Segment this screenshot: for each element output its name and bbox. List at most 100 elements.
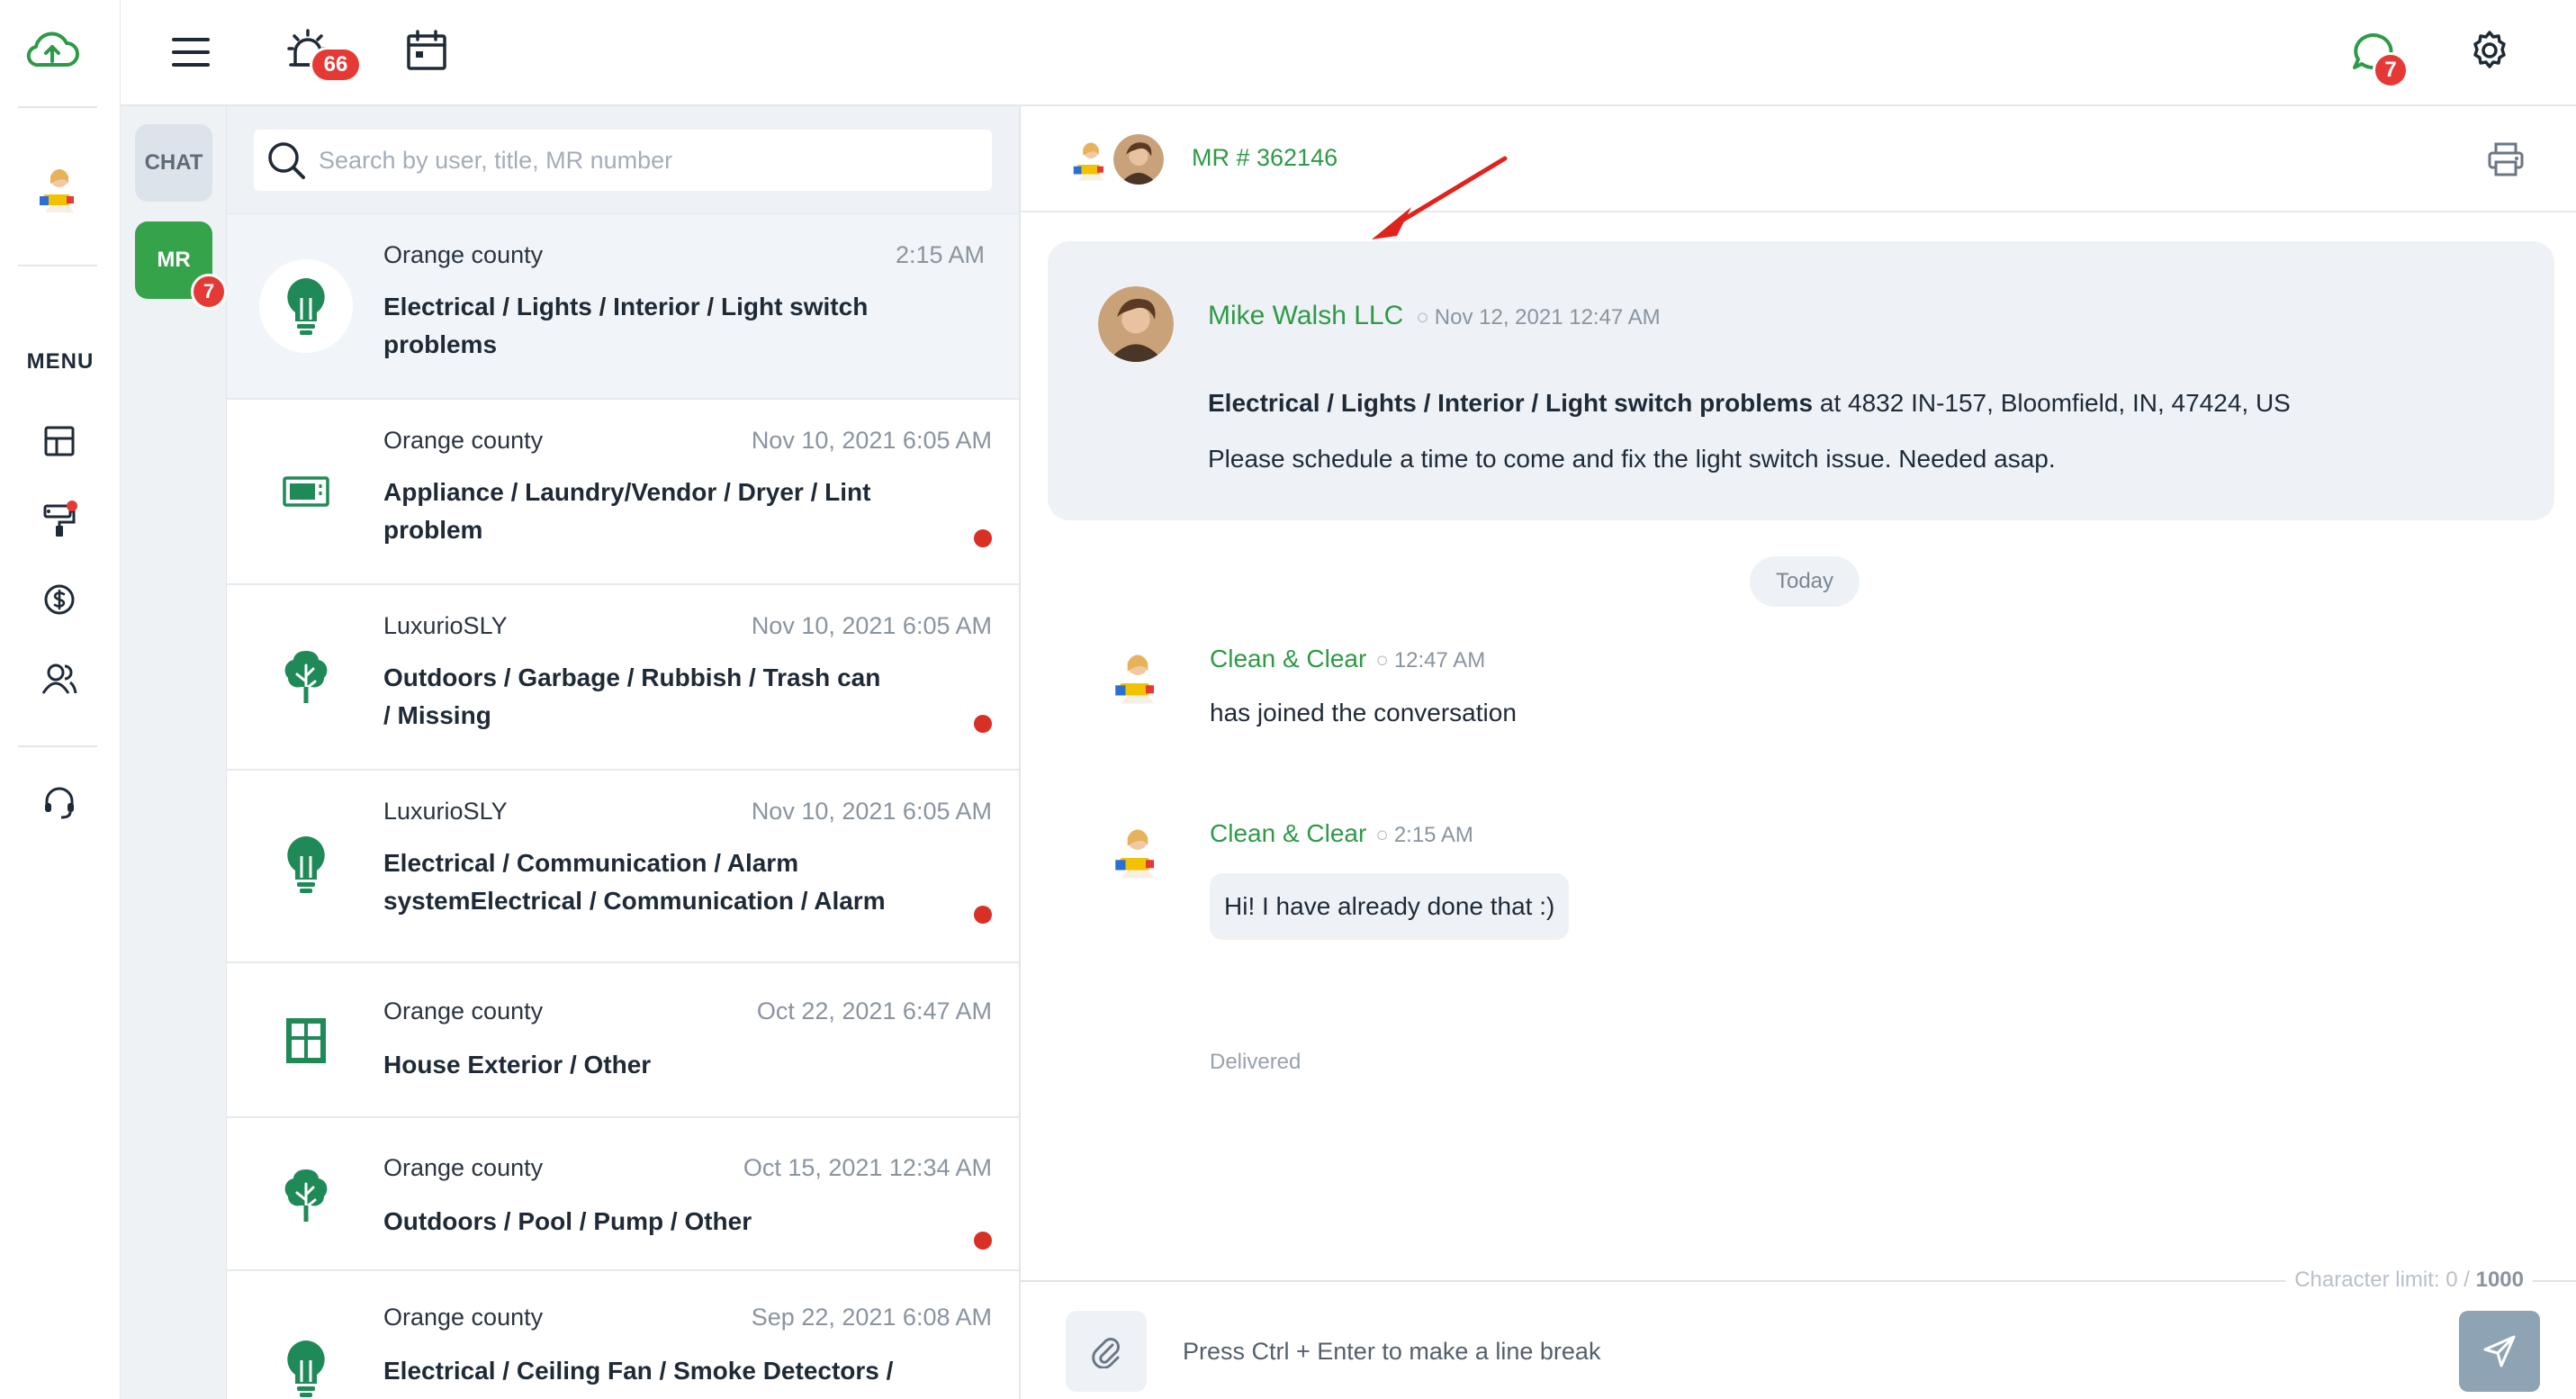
search-placeholder: Search by user, title, MR number	[319, 146, 673, 174]
request-title: Electrical / Lights / Interior / Light s…	[383, 293, 869, 358]
request-location: Orange county	[383, 427, 544, 454]
unread-dot	[974, 906, 992, 924]
request-time: Oct 15, 2021 12:34 AM	[743, 1154, 992, 1181]
message-input[interactable]: Press Ctrl + Enter to make a line break	[1183, 1338, 1600, 1366]
request-title: House Exterior / Other	[383, 1051, 652, 1079]
request-title: Outdoors / Garbage / Rubbish / Trash can…	[383, 663, 881, 729]
sender-name: Clean & Clear	[1210, 645, 1367, 672]
request-item[interactable]: Orange county Oct 15, 2021 12:34 AM Outd…	[227, 1118, 1019, 1271]
rail-divider	[18, 265, 97, 266]
request-item[interactable]: Orange county Sep 22, 2021 6:08 AM Elect…	[227, 1271, 1019, 1399]
request-location: Orange county	[383, 1154, 544, 1181]
print-icon[interactable]	[2488, 142, 2527, 178]
appliance-icon	[259, 445, 353, 538]
send-icon	[2481, 1333, 2517, 1369]
users-icon[interactable]	[36, 655, 83, 702]
mr-badge: 7	[191, 274, 227, 310]
request-item[interactable]: LuxurioSLY Nov 10, 2021 6:05 AM Electric…	[227, 771, 1019, 963]
send-button[interactable]	[2459, 1311, 2540, 1392]
request-item[interactable]: Orange county Oct 22, 2021 6:47 AM House…	[227, 963, 1019, 1118]
notification-dot	[67, 501, 77, 511]
conversation-panel: MR # 362146 Mike Walsh LLC ○ Nov 12, 202…	[1021, 106, 2576, 1399]
message-text: has joined the conversation	[1210, 699, 1517, 727]
separator-dot: ○	[1375, 823, 1389, 847]
message-text: Hi! I have already done that :)	[1224, 892, 1555, 920]
mr-number[interactable]: MR # 362146	[1192, 144, 1338, 172]
sender-avatar	[1105, 817, 1170, 882]
participant-avatar	[1066, 133, 1116, 184]
message-time: Nov 12, 2021 12:47 AM	[1434, 305, 1661, 329]
window-icon	[259, 994, 353, 1088]
alarm-icon[interactable]: 66	[283, 23, 362, 83]
request-item[interactable]: Orange county Nov 10, 2021 6:05 AM Appli…	[227, 400, 1019, 585]
conversation-header: MR # 362146	[1021, 106, 2576, 239]
app-root: MENU 66 7 CHAT MR 7 Search by user, titl…	[0, 0, 2576, 1399]
request-location: Orange county	[383, 241, 544, 268]
paint-roller-icon[interactable]	[36, 497, 83, 544]
separator-dot: ○	[1416, 305, 1429, 329]
tab-chat[interactable]: CHAT	[135, 124, 212, 202]
rail-divider	[18, 106, 97, 108]
unread-dot	[974, 529, 992, 547]
message-time: 12:47 AM	[1393, 648, 1486, 672]
sender-name: Clean & Clear	[1210, 819, 1367, 847]
request-time: Sep 22, 2021 6:08 AM	[751, 1304, 992, 1331]
dollar-icon[interactable]	[36, 576, 83, 623]
attach-button[interactable]	[1066, 1311, 1147, 1392]
search-input[interactable]: Search by user, title, MR number	[254, 130, 992, 191]
participant-avatar	[1111, 131, 1166, 187]
date-divider: Today	[1750, 556, 1860, 607]
request-title: Electrical / Ceiling Fan / Smoke Detecto…	[383, 1357, 894, 1385]
request-list: Search by user, title, MR number Orange …	[227, 106, 1021, 1399]
sender-avatar	[1098, 286, 1174, 362]
request-location: LuxurioSLY	[383, 798, 508, 825]
separator-dot: ○	[1375, 648, 1389, 672]
top-bar: 66 7	[121, 0, 2576, 106]
annotation-arrow-icon	[1365, 155, 1509, 245]
chat-bubble-icon[interactable]: 7	[2347, 27, 2409, 88]
dashboard-icon[interactable]	[36, 418, 83, 465]
calendar-icon[interactable]	[401, 25, 452, 76]
lightbulb-icon	[259, 817, 353, 911]
paperclip-icon	[1091, 1334, 1121, 1368]
request-time: Oct 22, 2021 6:47 AM	[756, 997, 992, 1024]
hamburger-menu-icon[interactable]	[166, 27, 216, 77]
search-icon	[266, 140, 306, 180]
message-composer: Character limit: 0 / 1000 Press Ctrl + E…	[1021, 1268, 2576, 1399]
tab-mr[interactable]: MR 7	[135, 221, 227, 310]
request-item[interactable]: Orange county 2:15 AM Electrical / Light…	[227, 214, 1019, 400]
lightbulb-icon	[259, 1322, 353, 1399]
character-limit: Character limit: 0 / 1000	[2285, 1268, 2533, 1293]
request-title: Outdoors / Pool / Pump / Other	[383, 1207, 752, 1235]
request-card-address: at 4832 IN-157, Bloomfield, IN, 47424, U…	[1813, 389, 2291, 417]
request-card-title: Electrical / Lights / Interior / Light s…	[1208, 389, 1814, 417]
message-time: 2:15 AM	[1393, 823, 1473, 847]
request-card-message: Please schedule a time to come and fix t…	[1208, 445, 2056, 473]
request-time: Nov 10, 2021 6:05 AM	[751, 798, 992, 825]
unread-dot	[974, 1232, 992, 1250]
unread-dot	[974, 715, 992, 733]
request-time: Nov 10, 2021 6:05 AM	[751, 427, 992, 454]
request-time: Nov 10, 2021 6:05 AM	[751, 612, 992, 639]
sender-avatar	[1105, 643, 1170, 708]
request-title: Electrical / Communication / Alarm syste…	[383, 849, 886, 915]
message-bubble: Hi! I have already done that :)	[1210, 873, 1570, 940]
sender-name: Mike Walsh LLC	[1208, 301, 1404, 330]
message-header: Clean & Clear ○ 2:15 AM	[1210, 819, 1473, 848]
headset-support-icon[interactable]	[36, 780, 83, 826]
request-title: Appliance / Laundry/Vendor / Dryer / Lin…	[383, 478, 871, 544]
chat-badge: 7	[2373, 52, 2409, 88]
channel-tabs: CHAT MR 7	[121, 106, 227, 1399]
tree-icon	[259, 630, 353, 724]
cloud-upload-icon[interactable]	[25, 29, 79, 68]
request-time: 2:15 AM	[895, 241, 985, 268]
delivery-status: Delivered	[1210, 1050, 1302, 1074]
request-item[interactable]: LuxurioSLY Nov 10, 2021 6:05 AM Outdoors…	[227, 585, 1019, 771]
left-rail: MENU	[0, 0, 121, 1399]
request-card: Mike Walsh LLC ○ Nov 12, 2021 12:47 AM E…	[1048, 241, 2554, 520]
user-avatar[interactable]	[31, 158, 88, 216]
menu-label: MENU	[26, 349, 95, 374]
request-location: Orange county	[383, 1304, 544, 1331]
message-header: Clean & Clear ○ 12:47 AM	[1210, 645, 1485, 673]
settings-gear-icon[interactable]	[2464, 25, 2515, 76]
